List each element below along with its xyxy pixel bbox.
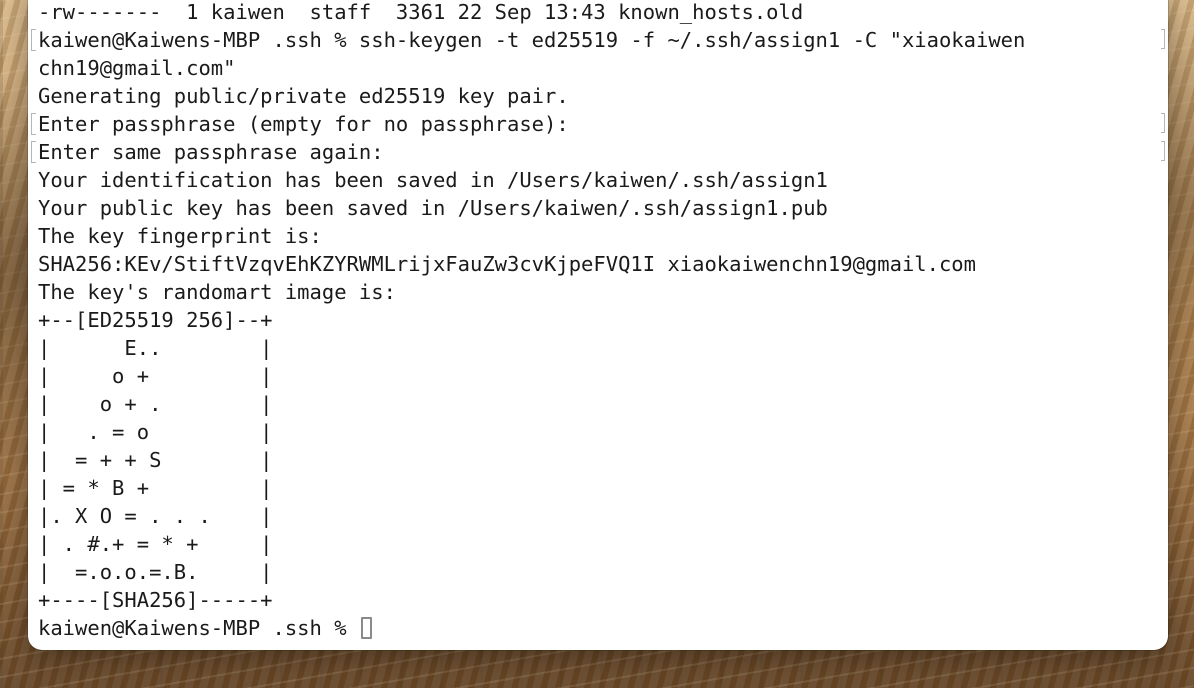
terminal-line: -rw------- 1 kaiwen staff 3361 22 Sep 13…	[38, 0, 804, 24]
randomart-line: |. X O = . . . |	[38, 504, 273, 528]
terminal-line-passphrase-prompt: Enter passphrase (empty for no passphras…	[31, 110, 1165, 138]
terminal-line-passphrase-confirm: Enter same passphrase again:	[31, 138, 1165, 166]
line-mark-right	[1161, 141, 1165, 161]
shell-prompt: kaiwen@Kaiwens-MBP .ssh %	[38, 616, 359, 640]
terminal-line-fingerprint: SHA256:KEv/StiftVzqvEhKZYRWMLrijxFauZw3c…	[38, 252, 976, 276]
randomart-line: | = + + S |	[38, 448, 273, 472]
randomart-line: +--[ED25519 256]--+	[38, 308, 273, 332]
terminal-window[interactable]: -rw------- 1 kaiwen staff 3361 22 Sep 13…	[28, 0, 1168, 650]
line-mark-right	[1161, 113, 1165, 133]
terminal-line: The key fingerprint is:	[38, 224, 322, 248]
randomart-line: | E.. |	[38, 336, 273, 360]
terminal-line: Your public key has been saved in /Users…	[38, 196, 828, 220]
randomart-line: | o + |	[38, 364, 273, 388]
randomart-line: | =.o.o.=.B. |	[38, 560, 273, 584]
randomart-line: | . #.+ = * + |	[38, 532, 273, 556]
shell-prompt-line[interactable]: kaiwen@Kaiwens-MBP .ssh %	[38, 614, 1162, 642]
terminal-line: chn19@gmail.com"	[38, 56, 236, 80]
terminal-line: The key's randomart image is:	[38, 280, 396, 304]
line-mark-right	[1161, 29, 1165, 49]
passphrase-prompt-text: Enter passphrase (empty for no passphras…	[38, 112, 569, 136]
randomart-line: | = * B + |	[38, 476, 273, 500]
command-text: kaiwen@Kaiwens-MBP .ssh % ssh-keygen -t …	[38, 28, 1026, 52]
text-cursor	[360, 617, 372, 639]
terminal-output[interactable]: -rw------- 1 kaiwen staff 3361 22 Sep 13…	[31, 0, 1165, 642]
terminal-line: Your identification has been saved in /U…	[38, 168, 828, 192]
passphrase-confirm-text: Enter same passphrase again:	[38, 140, 384, 164]
randomart-line: | . = o |	[38, 420, 273, 444]
terminal-line-command: kaiwen@Kaiwens-MBP .ssh % ssh-keygen -t …	[31, 26, 1165, 54]
randomart-line: +----[SHA256]-----+	[38, 588, 273, 612]
terminal-line: Generating public/private ed25519 key pa…	[38, 84, 569, 108]
randomart-line: | o + . |	[38, 392, 273, 416]
